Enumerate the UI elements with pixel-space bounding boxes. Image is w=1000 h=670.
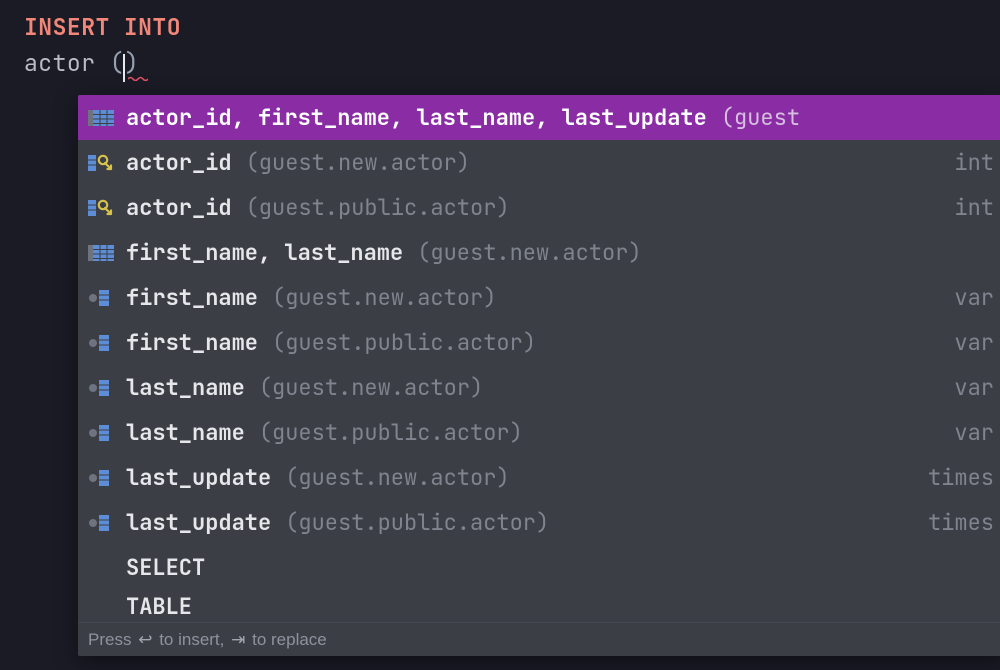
suggestion-type: var bbox=[954, 373, 994, 402]
columns-icon bbox=[88, 243, 126, 263]
column-icon bbox=[88, 378, 126, 398]
suggestion-item[interactable]: last_update (guest.public.actor) times bbox=[78, 500, 1000, 545]
suggestion-item[interactable]: TABLE bbox=[78, 590, 1000, 622]
suggestion-item[interactable]: first_name (guest.public.actor) var bbox=[78, 320, 1000, 365]
suggestion-label: last_update bbox=[126, 508, 271, 537]
suggestion-label: actor_id, first_name, last_name, last_up… bbox=[126, 103, 707, 132]
suggestion-type: int bbox=[954, 193, 994, 222]
suggestion-item[interactable]: actor_id, first_name, last_name, last_up… bbox=[78, 95, 1000, 140]
suggestion-context: (guest bbox=[721, 103, 800, 132]
suggestion-label: first_name bbox=[126, 283, 258, 312]
keyword-insert: INSERT bbox=[24, 12, 110, 42]
suggestion-item[interactable]: last_name (guest.new.actor) var bbox=[78, 365, 1000, 410]
suggestion-label: SELECT bbox=[126, 553, 205, 582]
suggestion-item[interactable]: actor_id (guest.public.actor) int bbox=[78, 185, 1000, 230]
suggestion-label: last_name bbox=[126, 373, 245, 402]
autocomplete-popup[interactable]: actor_id, first_name, last_name, last_up… bbox=[78, 95, 1000, 656]
suggestion-item[interactable]: first_name, last_name (guest.new.actor) bbox=[78, 230, 1000, 275]
suggestion-type: var bbox=[954, 328, 994, 357]
column-icon bbox=[88, 288, 126, 308]
suggestion-item[interactable]: SELECT bbox=[78, 545, 1000, 590]
hint-press: Press bbox=[88, 630, 131, 650]
suggestion-context: (guest.public.actor) bbox=[272, 328, 536, 357]
suggestion-type: times bbox=[928, 463, 994, 492]
columns-icon bbox=[88, 108, 126, 128]
suggestion-context: (guest.new.actor) bbox=[259, 373, 483, 402]
suggestion-label: actor_id bbox=[126, 193, 232, 222]
keyword-into: INTO bbox=[124, 12, 181, 42]
suggestion-item[interactable]: first_name (guest.new.actor) var bbox=[78, 275, 1000, 320]
suggestion-label: last_name bbox=[126, 418, 245, 447]
column-icon bbox=[88, 468, 126, 488]
suggestion-label: actor_id bbox=[126, 148, 232, 177]
code-line-2[interactable]: actor ( ) bbox=[0, 48, 1000, 88]
suggestion-type: times bbox=[928, 508, 994, 537]
close-paren: ) bbox=[124, 48, 139, 79]
suggestion-label: last_update bbox=[126, 463, 271, 492]
suggestion-type: var bbox=[954, 418, 994, 447]
hint-replace: to replace bbox=[252, 630, 327, 650]
enter-key-icon: ↩ bbox=[136, 630, 154, 650]
suggestion-item[interactable]: actor_id (guest.new.actor) int bbox=[78, 140, 1000, 185]
suggestion-label: TABLE bbox=[126, 592, 192, 621]
paren-group: ( ) bbox=[110, 48, 140, 79]
column-icon bbox=[88, 513, 126, 533]
key-column-icon bbox=[88, 153, 126, 173]
suggestion-item[interactable]: last_name (guest.public.actor) var bbox=[78, 410, 1000, 455]
suggestion-context: (guest.new.actor) bbox=[246, 148, 470, 177]
suggestion-context: (guest.public.actor) bbox=[246, 193, 510, 222]
tab-key-icon: ⇥ bbox=[229, 630, 247, 650]
text-caret bbox=[123, 54, 125, 82]
code-line-1[interactable]: INSERT INTO bbox=[0, 0, 1000, 48]
suggestion-type: var bbox=[954, 283, 994, 312]
suggestion-context: (guest.public.actor) bbox=[285, 508, 549, 537]
suggestion-label: first_name, last_name bbox=[126, 238, 403, 267]
column-icon bbox=[88, 333, 126, 353]
suggestion-label: first_name bbox=[126, 328, 258, 357]
suggestion-context: (guest.public.actor) bbox=[259, 418, 523, 447]
suggestion-context: (guest.new.actor) bbox=[285, 463, 509, 492]
suggestion-type: int bbox=[954, 148, 994, 177]
open-paren: ( bbox=[110, 48, 125, 79]
suggestion-item[interactable]: last_update (guest.new.actor) times bbox=[78, 455, 1000, 500]
hint-insert: to insert, bbox=[159, 630, 224, 650]
popup-footer-hint: Press ↩ to insert, ⇥ to replace bbox=[78, 622, 1000, 656]
suggestion-context: (guest.new.actor) bbox=[417, 238, 641, 267]
column-icon bbox=[88, 423, 126, 443]
error-underline-icon bbox=[128, 76, 148, 81]
table-identifier: actor bbox=[24, 48, 96, 78]
suggestion-context: (guest.new.actor) bbox=[272, 283, 496, 312]
sql-editor[interactable]: INSERT INTO actor ( ) actor_id, first_na… bbox=[0, 0, 1000, 670]
key-column-icon bbox=[88, 198, 126, 218]
